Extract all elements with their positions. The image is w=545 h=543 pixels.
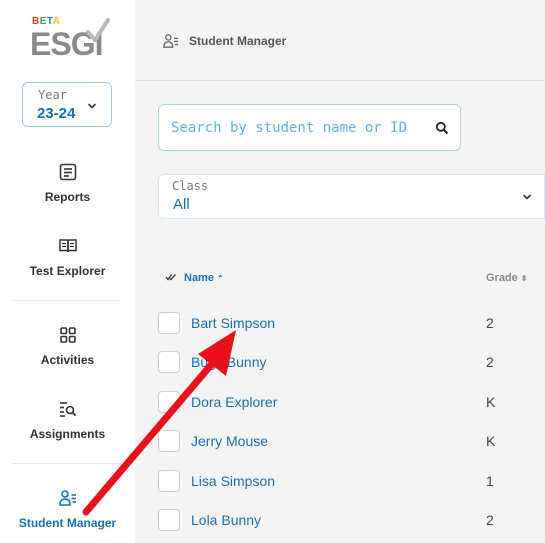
student-grade: K — [486, 433, 496, 449]
nav-item-reports[interactable]: Reports — [0, 162, 135, 204]
nav-item-student-manager[interactable]: Student Manager — [0, 488, 135, 530]
table-row: Dora Explorer K — [135, 391, 545, 431]
row-checkbox[interactable] — [158, 391, 180, 413]
chevron-down-icon — [523, 194, 531, 200]
year-value: 23-24 — [37, 105, 76, 122]
table-row: Jerry Mouse K — [135, 430, 545, 470]
top-bar: Student Manager — [135, 0, 545, 81]
assignments-search-icon — [59, 402, 76, 417]
nav-label-reports: Reports — [44, 190, 91, 204]
student-manager-icon — [163, 34, 179, 48]
sidebar-divider — [13, 300, 121, 301]
student-name[interactable]: Lola Bunny — [191, 512, 261, 528]
nav-label-test-explorer: Test Explorer — [29, 264, 106, 278]
nav-label-activities: Activities — [40, 353, 95, 367]
year-label: Year — [38, 88, 67, 102]
sidebar: BETA ESGI Year 23-24 Reports Test Explor… — [0, 0, 135, 543]
search-box[interactable] — [158, 104, 461, 151]
student-name[interactable]: Lisa Simpson — [191, 473, 275, 489]
book-icon — [58, 239, 77, 253]
row-checkbox[interactable] — [158, 470, 180, 492]
class-label: Class — [172, 179, 209, 193]
table-row: Lisa Simpson 1 — [135, 470, 545, 510]
student-grade: 2 — [486, 512, 494, 528]
column-header-name[interactable]: Name ⌃ — [184, 272, 224, 284]
nav-item-assignments[interactable]: Assignments — [0, 399, 135, 441]
table-row: Bugs Bunny 2 — [135, 351, 545, 391]
student-grade: 1 — [486, 473, 494, 489]
nav-label-assignments: Assignments — [29, 427, 106, 441]
search-icon[interactable] — [435, 121, 449, 135]
nav-item-test-explorer[interactable]: Test Explorer — [0, 236, 135, 278]
row-checkbox[interactable] — [158, 351, 180, 373]
checkmark-icon — [86, 18, 110, 42]
nav-label-student-manager: Student Manager — [18, 516, 117, 530]
column-header-name-label: Name — [184, 272, 214, 284]
reports-icon — [59, 163, 76, 181]
nav-item-activities[interactable]: Activities — [0, 325, 135, 367]
row-checkbox[interactable] — [158, 509, 180, 531]
student-grade: 2 — [486, 354, 494, 370]
student-name[interactable]: Bugs Bunny — [191, 354, 267, 370]
student-name[interactable]: Dora Explorer — [191, 394, 277, 410]
select-all-checks-icon[interactable] — [165, 271, 177, 283]
sort-icon: ⬍ — [520, 274, 528, 283]
year-select[interactable]: Year 23-24 — [22, 82, 112, 127]
column-header-grade-label: Grade — [486, 272, 518, 284]
main-content: Student Manager Class All Name⌃ Grade⬍ B… — [135, 0, 545, 543]
row-checkbox[interactable] — [158, 430, 180, 452]
class-select[interactable]: Class All — [158, 174, 545, 219]
table-row: Bart Simpson 2 — [135, 312, 545, 352]
sort-icon: ⌃ — [216, 274, 224, 283]
esgi-logo[interactable]: BETA ESGI — [30, 16, 112, 62]
student-manager-icon — [58, 490, 76, 506]
chevron-down-icon — [88, 103, 96, 109]
student-name[interactable]: Jerry Mouse — [191, 433, 268, 449]
column-header-grade[interactable]: Grade ⬍ — [486, 272, 528, 284]
student-grade: K — [486, 394, 496, 410]
class-value: All — [173, 196, 190, 213]
search-input[interactable] — [171, 117, 426, 139]
breadcrumb: Student Manager — [189, 34, 287, 48]
sidebar-divider — [13, 463, 121, 464]
table-row: Lola Bunny 2 — [135, 509, 545, 543]
student-grade: 2 — [486, 315, 494, 331]
student-name[interactable]: Bart Simpson — [191, 315, 275, 331]
row-checkbox[interactable] — [158, 312, 180, 334]
grid-icon — [59, 327, 76, 343]
